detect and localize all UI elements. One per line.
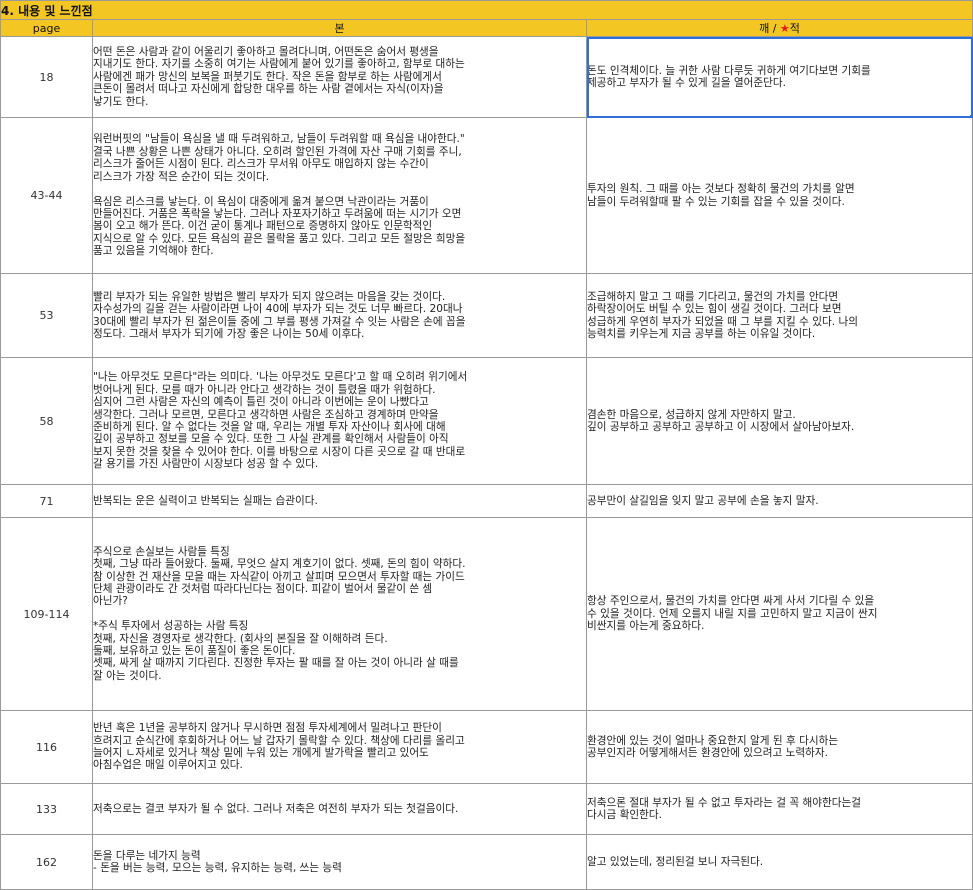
kkae-cell-text: 돈도 인격체이다. 늘 귀한 사람 다루듯 귀하게 여기다보면 기회를 제공하고… [587, 64, 871, 89]
kkae-cell[interactable]: 공부만이 살길임을 잊지 말고 공부에 손을 놓지 말자. [585, 484, 973, 518]
page-cell[interactable]: 71 [0, 484, 93, 518]
page-cell[interactable]: 58 [0, 357, 93, 485]
kkae-cell[interactable]: 투자의 원칙. 그 때를 아는 것보다 정확히 물건의 가치를 알면 남들이 두… [585, 117, 973, 274]
kkae-cell[interactable]: 알고 있었는데, 정리된걸 보니 자극된다. [585, 834, 973, 890]
table-row: 58 "나는 아무것도 모른다"라는 의미다. '나는 아무것도 모른다'고 할… [0, 357, 973, 485]
page-cell[interactable]: 133 [0, 783, 93, 835]
bon-cell[interactable]: 반복되는 운은 실력이고 반복되는 실패는 습관이다. [92, 484, 587, 518]
kkae-cell[interactable]: 항상 주인으로서, 물건의 가치를 안다면 싸게 사서 기다릴 수 있을 수 있… [585, 517, 973, 711]
table-row: 109-114 주식으로 손실보는 사람들 특징 첫째, 그냥 따라 들어왔다.… [0, 517, 973, 711]
header-kkae[interactable]: 깨 / ★적 [585, 19, 973, 37]
page-cell[interactable]: 162 [0, 834, 93, 890]
bon-cell[interactable]: "나는 아무것도 모른다"라는 의미다. '나는 아무것도 모른다'고 할 때 … [92, 357, 587, 485]
table-row: 53 빨리 부자가 되는 유일한 방법은 빨리 부자가 되지 않으려는 마음을 … [0, 273, 973, 358]
spreadsheet: 4. 내용 및 느낀점 page 본 깨 / ★적 18 어떤 돈은 사람과 같… [0, 0, 973, 890]
bon-cell[interactable]: 주식으로 손실보는 사람들 특징 첫째, 그냥 따라 들어왔다. 둘째, 무엇으… [92, 517, 587, 711]
page-cell[interactable]: 53 [0, 273, 93, 358]
section-title[interactable]: 4. 내용 및 느낀점 [0, 0, 973, 20]
page-cell[interactable]: 109-114 [0, 517, 93, 711]
notes-table: 4. 내용 및 느낀점 page 본 깨 / ★적 18 어떤 돈은 사람과 같… [0, 0, 973, 890]
header-page[interactable]: page [0, 19, 93, 37]
page-cell[interactable]: 116 [0, 710, 93, 784]
star-icon: ★ [779, 22, 790, 35]
bon-cell[interactable]: 반년 혹은 1년을 공부하지 않거나 무시하면 점점 투자세계에서 밀려나고 판… [92, 710, 587, 784]
table-row: 116 반년 혹은 1년을 공부하지 않거나 무시하면 점점 투자세계에서 밀려… [0, 710, 973, 784]
table-row: 18 어떤 돈은 사람과 같이 어울리기 좋아하고 몰려다니며, 어떤돈은 숨어… [0, 36, 973, 118]
kkae-cell-selected[interactable]: 돈도 인격체이다. 늘 귀한 사람 다루듯 귀하게 여기다보면 기회를 제공하고… [585, 36, 973, 118]
bon-cell[interactable]: 저축으로는 결코 부자가 될 수 없다. 그러나 저축은 여전히 부자가 되는 … [92, 783, 587, 835]
table-row: 43-44 워런버핏의 "남들이 욕심을 낼 때 두려워하고, 남들이 두려워할… [0, 117, 973, 274]
section-title-row: 4. 내용 및 느낀점 [0, 0, 973, 20]
kkae-cell[interactable]: 저축으론 절대 부자가 될 수 없고 투자라는 걸 꼭 해야한다는걸 다시금 확… [585, 783, 973, 835]
kkae-cell[interactable]: 환경안에 있는 것이 얼마나 중요한지 알게 된 후 다시하는 공부인지라 어떻… [585, 710, 973, 784]
kkae-cell[interactable]: 겸손한 마음으로, 성급하지 않게 자만하지 말고. 깊이 공부하고 공부하고 … [585, 357, 973, 485]
kkae-cell[interactable]: 조급해하지 말고 그 때를 기다리고, 물건의 가치를 안다면 하락장이어도 버… [585, 273, 973, 358]
table-row: 133 저축으로는 결코 부자가 될 수 없다. 그러나 저축은 여전히 부자가… [0, 783, 973, 835]
fill-handle[interactable] [970, 115, 972, 117]
page-cell[interactable]: 43-44 [0, 117, 93, 274]
header-row: page 본 깨 / ★적 [0, 19, 973, 37]
bon-cell[interactable]: 돈을 다루는 네가지 능력 - 돈을 버는 능력, 모으는 능력, 유지하는 능… [92, 834, 587, 890]
bon-cell[interactable]: 어떤 돈은 사람과 같이 어울리기 좋아하고 몰려다니며, 어떤돈은 숨어서 평… [92, 36, 587, 118]
table-row: 162 돈을 다루는 네가지 능력 - 돈을 버는 능력, 모으는 능력, 유지… [0, 834, 973, 890]
table-row: 71 반복되는 운은 실력이고 반복되는 실패는 습관이다. 공부만이 살길임을… [0, 484, 973, 518]
header-kkae-prefix: 깨 / [759, 22, 780, 35]
bon-cell[interactable]: 빨리 부자가 되는 유일한 방법은 빨리 부자가 되지 않으려는 마음을 갖는 … [92, 273, 587, 358]
page-cell[interactable]: 18 [0, 36, 93, 118]
bon-cell[interactable]: 워런버핏의 "남들이 욕심을 낼 때 두려워하고, 남들이 두려워할 때 욕심을… [92, 117, 587, 274]
header-bon[interactable]: 본 [92, 19, 587, 37]
header-kkae-suffix: 적 [789, 22, 800, 35]
